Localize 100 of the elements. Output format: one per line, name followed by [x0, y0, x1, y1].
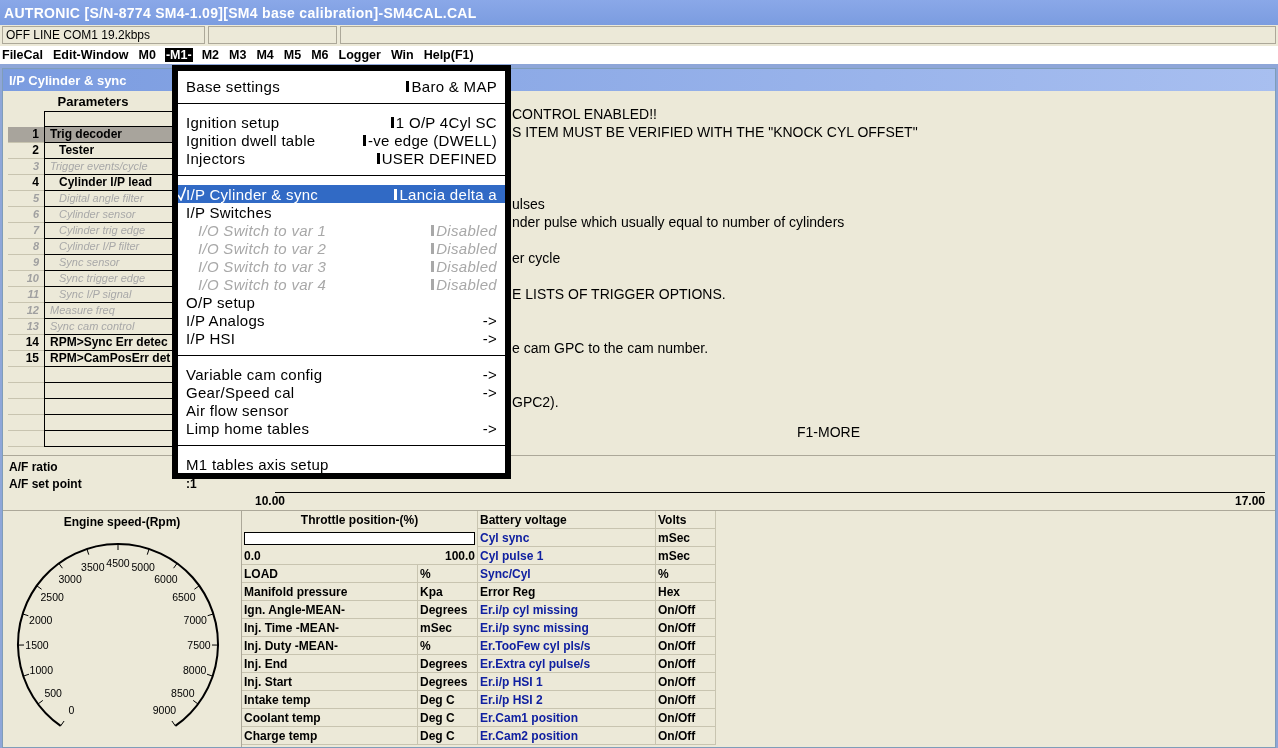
help-text-line: GPC2). — [512, 393, 560, 411]
reading-label: Error Reg — [478, 583, 656, 601]
menu-item[interactable]: FileCal — [1, 48, 44, 62]
af-unit: :1 — [186, 476, 197, 491]
row-number: 7 — [8, 223, 44, 239]
reading-unit: % — [418, 565, 478, 583]
reading-unit: On/Off — [656, 637, 716, 655]
reading-unit: mSec — [656, 529, 716, 547]
reading-label: Coolant temp — [242, 709, 418, 727]
reading-label: Sync/Cyl — [478, 565, 656, 583]
marker-icon — [431, 278, 435, 290]
help-text-line: nder pulse which usually equal to number of cylinders — [512, 213, 846, 231]
check-icon — [178, 187, 186, 201]
reading-label: Er.Cam1 position — [478, 709, 656, 727]
reading-unit: Kpa — [418, 583, 478, 601]
reading-label: Inj. End — [242, 655, 418, 673]
row-number: 10 — [8, 271, 44, 287]
menu-item[interactable]: M3 — [228, 48, 248, 62]
row-number: 3 — [8, 159, 44, 175]
reading-unit: % — [418, 637, 478, 655]
reading-unit: Deg C — [418, 727, 478, 745]
row-number: 13 — [8, 319, 44, 335]
reading-label: Manifold pressure — [242, 583, 418, 601]
reading-label: Inj. Start — [242, 673, 418, 691]
row-number: 11 — [8, 287, 44, 303]
gauge-scale-label: 1000 — [29, 664, 53, 677]
throttle-title: Throttle position-(%) — [300, 513, 419, 527]
row-number: 2 — [8, 143, 44, 159]
gauge-scale-label: 1500 — [25, 638, 49, 651]
gauge-scale-label: 6000 — [154, 572, 178, 585]
menu-item[interactable]: M6 — [310, 48, 330, 62]
row-number: 9 — [8, 255, 44, 271]
gauge-scale-label: 9000 — [152, 704, 177, 717]
menu-item[interactable]: M5 — [282, 48, 303, 62]
reading-label: Cyl pulse 1 — [478, 547, 656, 565]
help-text-line: CONTROL ENABLED!! — [512, 105, 658, 123]
marker-icon — [431, 242, 435, 254]
help-text-line: e cam GPC to the cam number. — [512, 339, 710, 357]
reading-label: Inj. Time -MEAN- — [242, 619, 418, 637]
af-set-point-label: A/F set point — [9, 476, 83, 491]
gauge-scale-label: 8000 — [183, 664, 207, 677]
reading-label: Charge temp — [242, 727, 418, 745]
menu-item[interactable]: Help(F1) — [422, 48, 475, 62]
menu-item[interactable]: Logger — [337, 48, 382, 62]
menu-item[interactable]: Edit-Window — [52, 48, 130, 62]
reading-unit: On/Off — [656, 691, 716, 709]
reading-label: Er.i/p HSI 2 — [478, 691, 656, 709]
gauge-scale-label: 3500 — [81, 561, 105, 573]
row-number: 4 — [8, 175, 44, 191]
gauge-scale-label: 500 — [44, 686, 62, 699]
reading-label: Inj. Duty -MEAN- — [242, 637, 418, 655]
reading-label: Battery voltage — [478, 511, 656, 529]
menu-item[interactable]: M2 — [200, 48, 220, 62]
reading-unit: On/Off — [656, 619, 716, 637]
help-text-line: er cycle — [512, 249, 562, 267]
reading-unit: % — [656, 565, 716, 583]
reading-label: Cyl sync — [478, 529, 656, 547]
row-number: 8 — [8, 239, 44, 255]
scale-max: 17.00 — [1234, 494, 1265, 508]
marker-icon — [431, 260, 435, 272]
reading-unit: On/Off — [656, 601, 716, 619]
marker-icon — [390, 116, 394, 128]
reading-unit: Degrees — [418, 655, 478, 673]
throttle-min: 0.0 — [244, 548, 261, 563]
menu-option[interactable]: I/P Cylinder & sync Lancia delta a — [178, 185, 505, 203]
gauge-title: Engine speed-(Rpm) — [63, 515, 181, 529]
menu-item[interactable]: -M1- — [164, 48, 193, 62]
window-title: AUTRONIC [S/N-8774 SM4-1.09][SM4 base calibration]-SM4CAL.CAL — [0, 0, 1278, 25]
reading-label: Intake temp — [242, 691, 418, 709]
menu-item[interactable]: M4 — [255, 48, 275, 62]
marker-icon — [394, 188, 398, 200]
scale-min: 10.00 — [255, 494, 286, 508]
reading-label: Er.Cam2 position — [478, 727, 656, 745]
reading-unit: mSec — [656, 547, 716, 565]
gauge-scale-label: 5000 — [131, 561, 155, 573]
reading-unit: Degrees — [418, 673, 478, 691]
row-number: 6 — [8, 207, 44, 223]
reading-unit: Deg C — [418, 709, 478, 727]
row-number: 5 — [8, 191, 44, 207]
af-ratio-label: A/F ratio — [9, 459, 59, 474]
parameters-heading: Parameters — [56, 92, 130, 111]
reading-unit: On/Off — [656, 709, 716, 727]
help-text-line: ulses — [512, 195, 546, 213]
reading-unit: On/Off — [656, 727, 716, 745]
row-number: 1 — [8, 127, 44, 143]
row-number: 15 — [8, 351, 44, 367]
reading-unit: Hex — [656, 583, 716, 601]
gauge-scale-label: 0 — [68, 704, 75, 717]
reading-label: Er.i/p cyl missing — [478, 601, 656, 619]
marker-icon — [406, 80, 410, 92]
reading-unit: Deg C — [418, 691, 478, 709]
row-number: 14 — [8, 335, 44, 351]
menu-item[interactable]: M0 — [137, 48, 157, 62]
gauge-scale-label: 7000 — [183, 613, 207, 626]
gauge-scale-label: 8500 — [171, 686, 195, 699]
menu-item[interactable]: Win — [389, 48, 415, 62]
gauge-scale-label: 4500 — [106, 557, 130, 569]
gauge-scale-label: 2500 — [40, 590, 64, 603]
help-text-line: S ITEM MUST BE VERIFIED WITH THE "KNOCK CYL OFFSET" — [512, 123, 919, 141]
marker-icon — [363, 134, 366, 146]
